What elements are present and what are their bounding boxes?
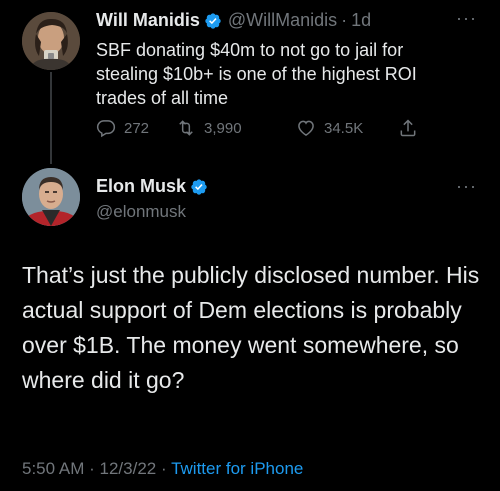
avatar-elon-musk[interactable] <box>22 168 80 226</box>
display-name[interactable]: Will Manidis <box>96 10 200 31</box>
retweet-icon <box>179 120 193 136</box>
more-icon[interactable]: ··· <box>456 176 477 197</box>
share-button[interactable] <box>398 118 418 138</box>
reply-icon <box>96 120 116 138</box>
reply-count: 272 <box>124 119 150 137</box>
more-icon[interactable]: ··· <box>456 8 477 29</box>
avatar-will-manidis[interactable] <box>22 12 80 70</box>
verified-badge-icon <box>205 12 221 29</box>
display-name[interactable]: Elon Musk <box>96 176 186 197</box>
separator-dot: · <box>341 10 348 30</box>
tweet-date[interactable]: 12/3/22 <box>100 459 157 478</box>
tweet-actions: 272 3,990 34.5K <box>96 118 418 138</box>
verified-badge-icon <box>191 178 207 195</box>
handle[interactable]: @elonmusk <box>96 202 186 222</box>
main-tweet-text: That’s just the publicly disclosed numbe… <box>22 262 480 393</box>
like-count: 34.5K <box>324 119 364 137</box>
retweet-count: 3,990 <box>204 119 242 137</box>
handle[interactable]: @WillManidis <box>228 10 337 31</box>
retweet-button[interactable]: 3,990 <box>176 118 296 138</box>
like-icon <box>298 120 314 136</box>
reply-button[interactable]: 272 <box>96 118 176 138</box>
separator-dot: · <box>160 459 167 478</box>
tweet-timestamp[interactable]: 1d <box>351 10 371 31</box>
quoted-tweet-header: Will Manidis @WillManidis · 1d <box>96 10 371 31</box>
thread-connector-line <box>50 72 52 164</box>
tweet-meta: 5:50 AM · 12/3/22 · Twitter for iPhone <box>22 459 303 479</box>
main-tweet-header: Elon Musk <box>96 176 208 197</box>
like-button[interactable]: 34.5K <box>296 118 398 138</box>
share-icon <box>400 119 416 137</box>
tweet-source-link[interactable]: Twitter for iPhone <box>171 459 303 478</box>
quoted-tweet-text: SBF donating $40m to not go to jail for … <box>96 40 417 108</box>
separator-dot: · <box>89 459 95 478</box>
tweet-time[interactable]: 5:50 AM <box>22 459 84 478</box>
